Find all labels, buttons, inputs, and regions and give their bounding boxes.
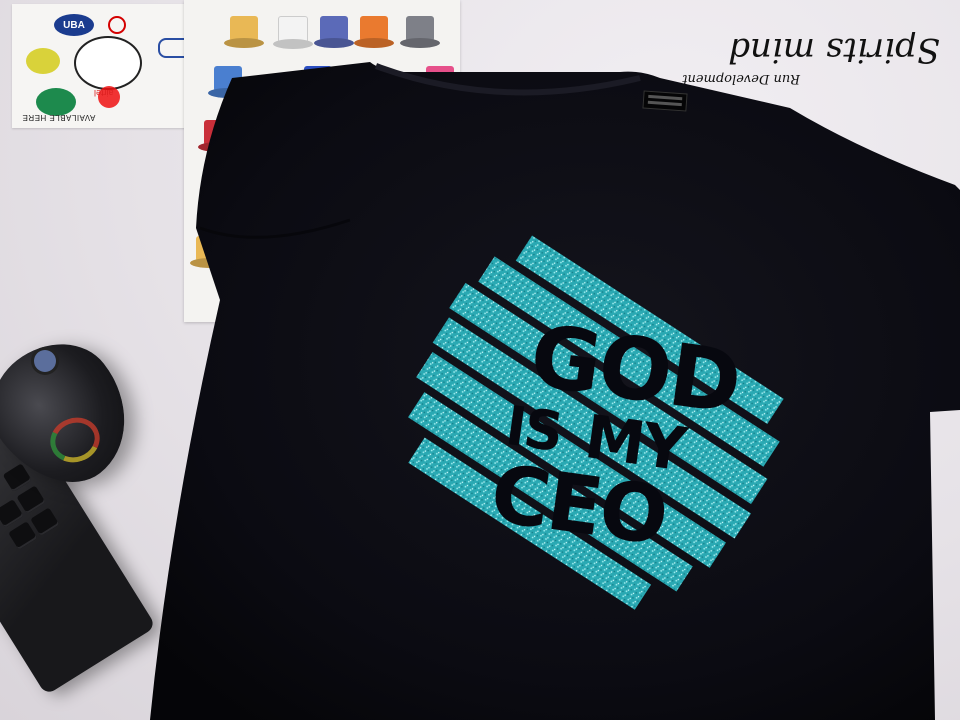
tshirt-print: GOD IS MY CEO (408, 235, 784, 610)
photo-scene: UBA airtel AVAILABLE HERE Spirits mind R… (0, 0, 960, 720)
